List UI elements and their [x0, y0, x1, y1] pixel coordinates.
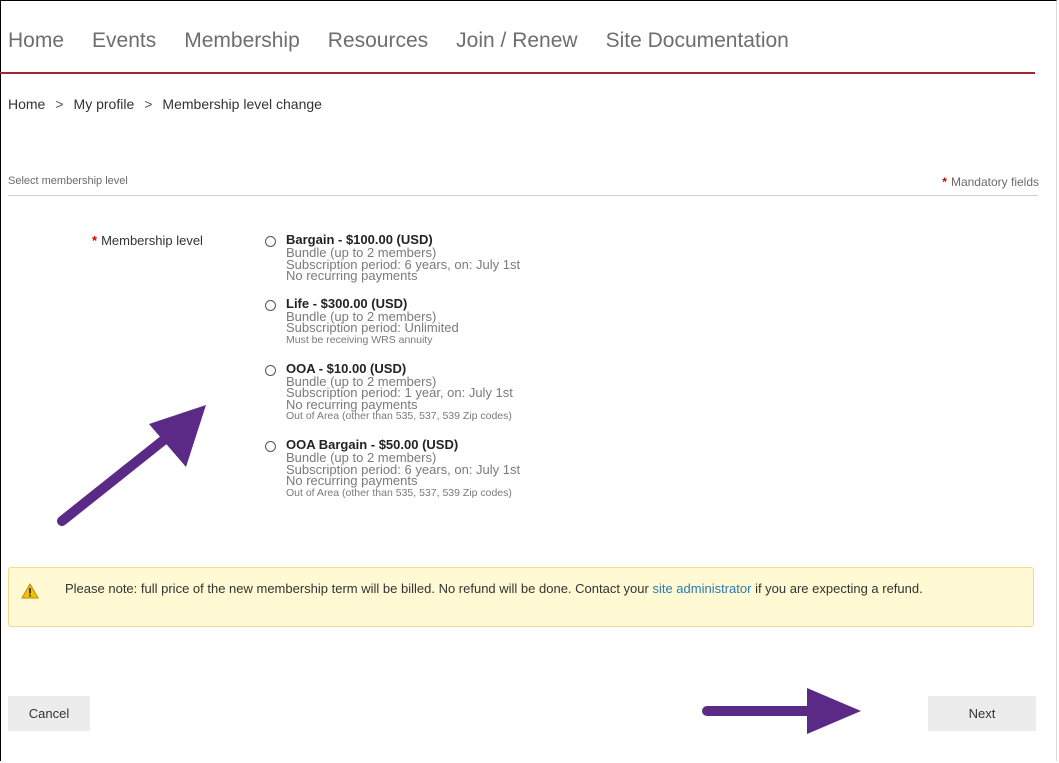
mandatory-fields-text: Mandatory fields	[950, 175, 1039, 189]
next-button[interactable]: Next	[928, 696, 1036, 731]
breadcrumb-separator: >	[144, 96, 153, 112]
nav-item-join-renew[interactable]: Join / Renew	[456, 29, 577, 53]
option-detail: No recurring payments	[286, 396, 418, 412]
notice-text: Please note: full price of the new membe…	[65, 580, 1010, 597]
radio-button[interactable]	[265, 236, 276, 247]
main-nav: Home Events Membership Resources Join / …	[8, 26, 817, 56]
radio-button[interactable]	[265, 299, 276, 311]
option-details: Life - $300.00 (USD) Bundle (up to 2 mem…	[286, 296, 459, 347]
site-administrator-link[interactable]: site administrator	[652, 581, 751, 596]
option-details: Bargain - $100.00 (USD) Bundle (up to 2 …	[286, 233, 520, 282]
notice-text-end: if you are expecting a refund.	[751, 581, 923, 596]
breadcrumb: Home > My profile > Membership level cha…	[8, 96, 322, 112]
membership-level-label-text: Membership level	[101, 233, 203, 248]
membership-level-label: * Membership level	[92, 233, 203, 248]
membership-level-options: Bargain - $100.00 (USD) Bundle (up to 2 …	[265, 233, 685, 515]
nav-item-site-documentation[interactable]: Site Documentation	[606, 29, 789, 53]
required-star: *	[942, 175, 947, 189]
required-star: *	[92, 233, 98, 248]
membership-option-ooa-bargain[interactable]: OOA Bargain - $50.00 (USD) Bundle (up to…	[265, 438, 685, 500]
option-note: Must be receiving WRS annuity	[286, 333, 433, 346]
option-detail: Subscription period: Unlimited	[286, 320, 459, 335]
radio-button[interactable]	[265, 441, 276, 452]
option-note: Out of Area (other than 535, 537, 539 Zi…	[286, 410, 512, 422]
radio-button[interactable]	[265, 364, 276, 376]
membership-option-bargain[interactable]: Bargain - $100.00 (USD) Bundle (up to 2 …	[265, 233, 685, 282]
breadcrumb-separator: >	[55, 96, 64, 112]
section-divider	[8, 195, 1038, 196]
breadcrumb-my-profile[interactable]: My profile	[74, 96, 135, 112]
option-note: Out of Area (other than 535, 537, 539 Zi…	[286, 486, 512, 499]
nav-item-events[interactable]: Events	[92, 29, 156, 53]
option-detail: No recurring payments	[286, 473, 418, 488]
nav-item-home[interactable]: Home	[8, 29, 64, 53]
option-details: OOA Bargain - $50.00 (USD) Bundle (up to…	[286, 438, 520, 500]
option-detail: No recurring payments	[286, 268, 418, 283]
mandatory-fields-note: * Mandatory fields	[942, 175, 1039, 189]
refund-notice: Please note: full price of the new membe…	[8, 567, 1034, 627]
option-details: OOA - $10.00 (USD) Bundle (up to 2 membe…	[286, 361, 513, 424]
nav-divider	[0, 72, 1035, 74]
membership-option-life[interactable]: Life - $300.00 (USD) Bundle (up to 2 mem…	[265, 296, 685, 347]
nav-item-resources[interactable]: Resources	[328, 29, 428, 53]
breadcrumb-home[interactable]: Home	[8, 96, 45, 112]
nav-item-membership[interactable]: Membership	[184, 29, 300, 53]
membership-option-ooa[interactable]: OOA - $10.00 (USD) Bundle (up to 2 membe…	[265, 361, 685, 424]
breadcrumb-current: Membership level change	[162, 96, 322, 112]
section-title: Select membership level	[8, 175, 128, 187]
warning-icon	[21, 583, 39, 599]
notice-text-start: Please note: full price of the new membe…	[65, 581, 653, 596]
cancel-button[interactable]: Cancel	[8, 696, 90, 731]
